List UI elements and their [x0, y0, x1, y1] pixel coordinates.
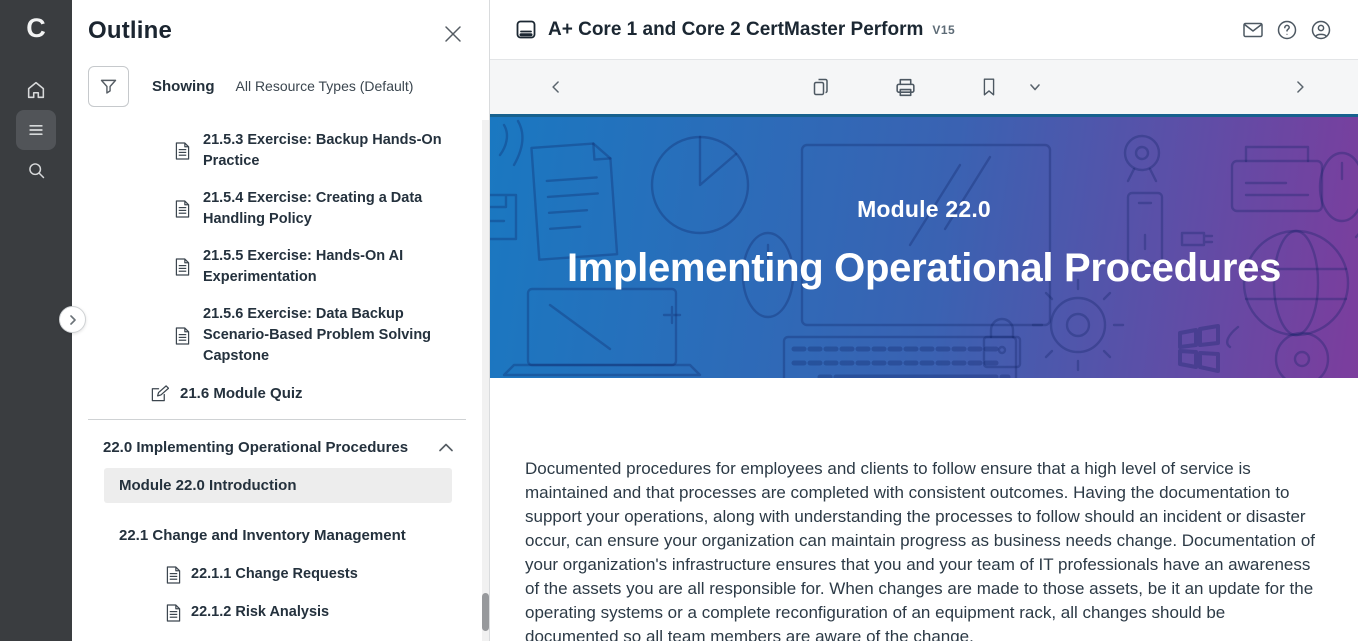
hamburger-icon — [26, 120, 46, 140]
print-button[interactable] — [887, 69, 923, 105]
mail-icon — [1241, 18, 1265, 42]
close-outline-button[interactable] — [443, 24, 463, 44]
reader-toolbar — [490, 60, 1358, 117]
chevron-left-icon — [546, 77, 566, 97]
outline-tree: 21.5.3 Exercise: Backup Hands-On Practic… — [72, 130, 489, 623]
outline-panel: Outline Showing All Resource Types (Defa… — [72, 0, 490, 641]
document-icon — [166, 566, 181, 584]
outline-panel-title: Outline — [88, 17, 473, 45]
copy-icon — [809, 75, 833, 99]
outline-item-21-5-4[interactable]: 21.5.4 Exercise: Creating a Data Handlin… — [175, 188, 489, 230]
home-button[interactable] — [16, 70, 56, 110]
search-button[interactable] — [16, 150, 56, 190]
outline-item-21-5-5[interactable]: 21.5.5 Exercise: Hands-On AI Experimenta… — [175, 246, 489, 288]
main-content-area: A+ Core 1 and Core 2 CertMaster Perform … — [490, 0, 1358, 641]
app-window: C Outline — [0, 0, 1358, 641]
comptia-logo: C — [0, 0, 72, 56]
outline-item-label: 21.5.6 Exercise: Data Backup Scenario-Ba… — [203, 304, 453, 367]
banner-module-title: Implementing Operational Procedures — [567, 246, 1281, 291]
outline-item-label: 21.5.3 Exercise: Backup Hands-On Practic… — [203, 130, 453, 172]
printer-icon — [893, 75, 918, 100]
panel-collapse-button[interactable] — [59, 306, 86, 333]
next-page-button[interactable] — [1282, 69, 1318, 105]
outline-item-22-1[interactable]: 22.1 Change and Inventory Management — [119, 525, 489, 546]
bookmark-menu-button[interactable] — [1017, 69, 1053, 105]
outline-section-label: 22.0 Implementing Operational Procedures — [103, 437, 408, 458]
copy-button[interactable] — [803, 69, 839, 105]
course-title: A+ Core 1 and Core 2 CertMaster Perform — [548, 19, 923, 41]
quiz-pencil-icon — [150, 384, 169, 403]
messages-button[interactable] — [1236, 13, 1270, 47]
outline-item-label: 21.6 Module Quiz — [180, 383, 303, 404]
close-icon — [443, 24, 463, 44]
outline-scrollbar-track[interactable] — [482, 120, 489, 641]
outline-item-label: 22.1 Change and Inventory Management — [119, 527, 406, 544]
outline-item-22-1-2[interactable]: 22.1.2 Risk Analysis — [166, 602, 489, 623]
banner-module-label: Module 22.0 — [857, 196, 991, 223]
module-banner: Module 22.0 Implementing Operational Pro… — [490, 117, 1358, 378]
course-header: A+ Core 1 and Core 2 CertMaster Perform … — [490, 0, 1358, 60]
outline-item-21-5-6[interactable]: 21.5.6 Exercise: Data Backup Scenario-Ba… — [175, 304, 489, 367]
chevron-right-icon — [68, 315, 78, 325]
previous-page-button[interactable] — [538, 69, 574, 105]
outline-scrollbar-thumb[interactable] — [482, 593, 489, 631]
bookmark-button[interactable] — [971, 69, 1007, 105]
document-icon — [175, 258, 190, 276]
lesson-content: Documented procedures for employees and … — [490, 378, 1358, 641]
help-icon — [1275, 18, 1299, 42]
filter-current-value: All Resource Types (Default) — [236, 78, 414, 94]
outline-item-label: Module 22.0 Introduction — [119, 477, 297, 494]
document-icon — [175, 200, 190, 218]
account-button[interactable] — [1304, 13, 1338, 47]
outline-item-label: 21.5.5 Exercise: Hands-On AI Experimenta… — [203, 246, 453, 288]
filter-button[interactable] — [88, 66, 129, 107]
document-icon — [166, 604, 181, 622]
outline-section-22-0[interactable]: 22.0 Implementing Operational Procedures — [103, 437, 453, 458]
outline-item-21-5-3[interactable]: 21.5.3 Exercise: Backup Hands-On Practic… — [175, 130, 489, 172]
document-icon — [175, 142, 190, 160]
chevron-up-icon — [439, 443, 453, 452]
outline-item-label: 21.5.4 Exercise: Creating a Data Handlin… — [203, 188, 453, 230]
outline-item-module-22-0-introduction[interactable]: Module 22.0 Introduction — [104, 468, 452, 503]
filter-showing-label: Showing — [152, 78, 215, 95]
outline-menu-button[interactable] — [16, 110, 56, 150]
help-button[interactable] — [1270, 13, 1304, 47]
course-book-icon — [514, 18, 538, 42]
home-icon — [25, 79, 47, 101]
outline-item-21-6-quiz[interactable]: 21.6 Module Quiz — [150, 383, 489, 404]
user-icon — [1309, 18, 1333, 42]
outline-item-label: 22.1.1 Change Requests — [191, 564, 358, 585]
lesson-paragraph: Documented procedures for employees and … — [525, 457, 1317, 641]
course-version-badge: V15 — [932, 23, 955, 37]
chevron-right-icon — [1290, 77, 1310, 97]
section-divider — [88, 419, 466, 420]
chevron-down-icon — [1028, 80, 1042, 94]
filter-funnel-icon — [98, 76, 119, 97]
search-icon — [26, 160, 47, 181]
bookmark-icon — [978, 76, 1000, 98]
outline-item-label: 22.1.2 Risk Analysis — [191, 602, 329, 623]
document-icon — [175, 327, 190, 345]
outline-item-22-1-1[interactable]: 22.1.1 Change Requests — [166, 564, 489, 585]
